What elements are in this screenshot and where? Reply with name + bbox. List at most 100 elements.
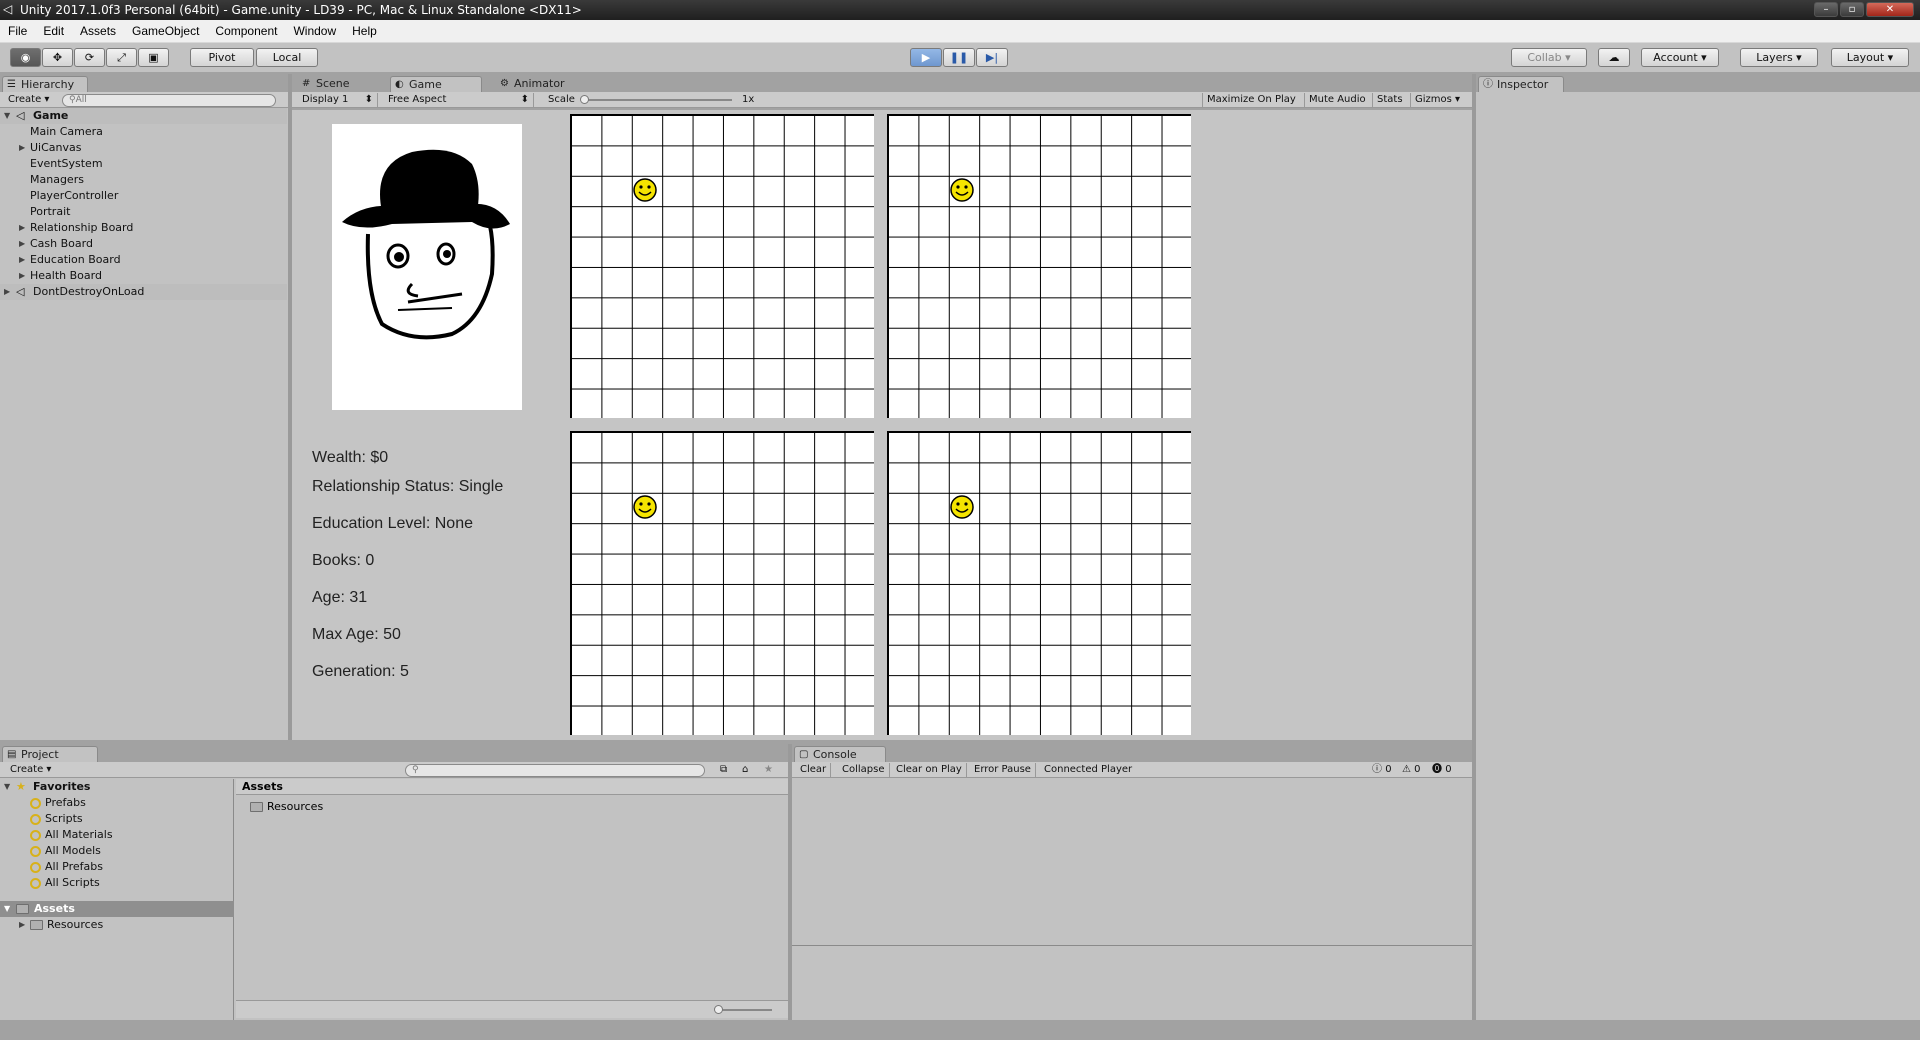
maximize-on-play-toggle[interactable]: Maximize On Play	[1202, 93, 1300, 107]
tab-animator[interactable]: ⚙ Animator	[496, 76, 586, 92]
favorite-item[interactable]: Prefabs	[0, 795, 234, 811]
max-age-text: Max Age: 50	[312, 626, 401, 643]
console-detail-divider[interactable]	[792, 945, 1472, 946]
layout-dropdown[interactable]: Layout ▾	[1831, 48, 1909, 67]
favorite-item[interactable]: All Models	[0, 843, 234, 859]
expand-triangle-icon[interactable]: ▼	[4, 108, 10, 124]
hierarchy-item-portrait[interactable]: Portrait	[0, 204, 287, 220]
layers-dropdown[interactable]: Layers ▾	[1740, 48, 1818, 67]
cloud-button[interactable]: ☁	[1598, 48, 1630, 67]
tab-project[interactable]: ▤ Project	[2, 746, 98, 762]
error-count: 0	[1445, 764, 1452, 775]
warning-count-toggle[interactable]: ⚠ 0	[1398, 763, 1425, 777]
favorite-item[interactable]: Scripts	[0, 811, 234, 827]
pause-button[interactable]: ❚❚	[943, 48, 975, 67]
gizmos-dropdown[interactable]: Gizmos ▾	[1410, 93, 1464, 107]
hierarchy-item-playercontroller[interactable]: PlayerController	[0, 188, 287, 204]
hierarchy-item-managers[interactable]: Managers	[0, 172, 287, 188]
icon-size-slider-track[interactable]	[716, 1009, 772, 1011]
menu-edit[interactable]: Edit	[35, 24, 72, 38]
rotate-tool-button[interactable]: ⟳	[74, 48, 105, 67]
display-dropdown[interactable]: Display 1 ⬍	[298, 93, 378, 107]
favorite-item[interactable]: All Prefabs	[0, 859, 234, 875]
expand-triangle-icon[interactable]: ▼	[4, 779, 10, 795]
scale-slider-thumb[interactable]	[580, 95, 589, 104]
filter-label-icon[interactable]: ⌂	[738, 763, 752, 777]
aspect-dropdown[interactable]: Free Aspect ⬍	[384, 93, 534, 107]
connected-player-dropdown[interactable]: Connected Player	[1040, 763, 1138, 777]
project-content-item[interactable]: Resources	[250, 799, 323, 815]
maximize-button[interactable]: ▫	[1840, 2, 1864, 17]
gizmos-label: Gizmos	[1415, 94, 1452, 105]
expand-triangle-icon[interactable]: ▶	[19, 917, 25, 933]
project-create-button[interactable]: Create ▾	[6, 763, 55, 777]
error-count-toggle[interactable]: ⓿ 0	[1428, 763, 1456, 777]
hierarchy-item-main-camera[interactable]: Main Camera	[0, 124, 287, 140]
menu-gameobject[interactable]: GameObject	[124, 24, 207, 38]
dontdestroyonload-row[interactable]: ▶ ◁ DontDestroyOnLoad	[0, 284, 287, 300]
menu-component[interactable]: Component	[207, 24, 285, 38]
hierarchy-item-uicanvas[interactable]: ▶ UiCanvas	[0, 140, 287, 156]
tab-inspector[interactable]: ⓘ Inspector	[1478, 76, 1564, 92]
stats-toggle[interactable]: Stats	[1372, 93, 1407, 107]
hierarchy-item-education-board[interactable]: ▶ Education Board	[0, 252, 287, 268]
filter-type-icon[interactable]: ⧉	[716, 763, 731, 777]
console-collapse-toggle[interactable]: Collapse	[838, 763, 890, 777]
hierarchy-search-input[interactable]: ⚲All	[62, 94, 276, 107]
expand-triangle-icon[interactable]: ▼	[4, 901, 10, 917]
move-tool-button[interactable]: ✥	[42, 48, 73, 67]
cash-board-grid[interactable]	[887, 114, 1191, 418]
favorites-row[interactable]: ▼ ★ Favorites	[0, 779, 234, 795]
close-button[interactable]: ✕	[1866, 2, 1914, 17]
tab-scene[interactable]: # Scene	[298, 76, 368, 92]
expand-triangle-icon[interactable]: ▶	[19, 236, 25, 252]
scale-tool-button[interactable]: ⤢	[106, 48, 137, 67]
local-button[interactable]: Local	[256, 48, 318, 67]
clear-on-play-toggle[interactable]: Clear on Play	[892, 763, 967, 777]
favorite-item[interactable]: All Scripts	[0, 875, 234, 891]
collab-button[interactable]: Collab ▾	[1511, 48, 1587, 67]
tab-game[interactable]: ◐ Game	[390, 76, 482, 92]
expand-triangle-icon[interactable]: ▶	[19, 252, 25, 268]
play-button[interactable]: ▶	[910, 48, 942, 67]
game-view[interactable]: Wealth: $0 Relationship Status: Single E…	[292, 110, 1472, 740]
menu-file[interactable]: File	[0, 24, 35, 38]
hierarchy-item-relationship-board[interactable]: ▶ Relationship Board	[0, 220, 287, 236]
star-icon[interactable]: ★	[760, 763, 777, 777]
menu-window[interactable]: Window	[285, 24, 344, 38]
console-clear-button[interactable]: Clear	[796, 763, 832, 777]
scale-slider-track[interactable]	[582, 99, 732, 101]
relationship-board-grid[interactable]	[570, 114, 874, 418]
step-button[interactable]: ▶|	[976, 48, 1008, 67]
tab-hierarchy[interactable]: ☰ Hierarchy	[2, 76, 88, 92]
resources-tree-row[interactable]: ▶ Resources	[0, 917, 234, 933]
pivot-button[interactable]: Pivot	[190, 48, 254, 67]
error-pause-toggle[interactable]: Error Pause	[970, 763, 1036, 777]
hierarchy-item-eventsystem[interactable]: EventSystem	[0, 156, 287, 172]
hierarchy-create-button[interactable]: Create ▾	[4, 93, 53, 107]
rect-tool-button[interactable]: ▣	[138, 48, 169, 67]
expand-triangle-icon[interactable]: ▶	[4, 284, 10, 300]
health-board-grid[interactable]	[887, 431, 1191, 735]
scene-root-row[interactable]: ▼ ◁ Game	[0, 108, 287, 124]
expand-triangle-icon[interactable]: ▶	[19, 268, 25, 284]
hierarchy-item-cash-board[interactable]: ▶ Cash Board	[0, 236, 287, 252]
expand-triangle-icon[interactable]: ▶	[19, 220, 25, 236]
hierarchy-item-health-board[interactable]: ▶ Health Board	[0, 268, 287, 284]
splitter[interactable]	[1472, 74, 1476, 1020]
view-tool-button[interactable]: ◉	[10, 48, 41, 67]
expand-triangle-icon[interactable]: ▶	[19, 140, 25, 156]
menu-help[interactable]: Help	[344, 24, 385, 38]
menu-assets[interactable]: Assets	[72, 24, 124, 38]
minimize-button[interactable]: –	[1814, 2, 1838, 17]
favorite-item[interactable]: All Materials	[0, 827, 234, 843]
splitter[interactable]	[288, 74, 292, 740]
assets-root-row[interactable]: ▼ Assets	[0, 901, 234, 917]
mute-audio-toggle[interactable]: Mute Audio	[1304, 93, 1370, 107]
project-search-input[interactable]: ⚲	[405, 764, 705, 777]
info-count-toggle[interactable]: ⓘ 0	[1368, 763, 1396, 777]
tab-console[interactable]: ▢ Console	[794, 746, 886, 762]
account-dropdown[interactable]: Account ▾	[1641, 48, 1719, 67]
education-board-grid[interactable]	[570, 431, 874, 735]
icon-size-slider-thumb[interactable]	[714, 1005, 723, 1014]
